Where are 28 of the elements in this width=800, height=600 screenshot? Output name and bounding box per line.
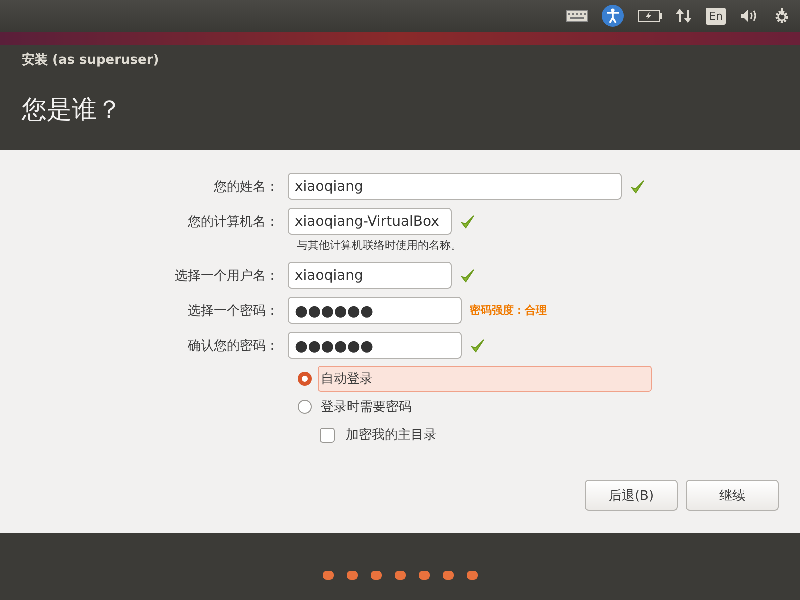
radio-button[interactable] [298, 372, 312, 386]
gear-icon[interactable] [774, 8, 790, 24]
accessibility-icon[interactable] [602, 5, 624, 27]
text-field[interactable]: xiaoqiang-VirtualBox [288, 208, 452, 235]
back-button[interactable]: 后退(B) [585, 480, 678, 511]
checkbox[interactable] [320, 428, 335, 442]
network-arrows-icon[interactable] [676, 8, 692, 24]
radio-label[interactable]: 登录时需要密码 [318, 394, 415, 420]
radio-label[interactable]: 自动登录 [318, 366, 652, 392]
password-strength: 密码强度：合理 [470, 303, 547, 318]
password-field[interactable]: ●●●●●● [288, 297, 462, 324]
password-field[interactable]: ●●●●●● [288, 332, 462, 359]
field-label: 确认您的密码： [187, 338, 280, 354]
field-label: 选择一个密码： [187, 302, 280, 320]
keyboard-icon[interactable] [566, 10, 588, 22]
field-label: 选择一个用户名： [174, 268, 280, 284]
text-field[interactable]: xiaoqiang [288, 173, 622, 200]
text-field[interactable]: xiaoqiang [288, 262, 452, 289]
field-label: 您的计算机名： [187, 214, 280, 230]
continue-button[interactable]: 继续 [686, 480, 779, 511]
page-heading: 您是谁？ [22, 94, 123, 126]
field-hint: 与其他计算机联络时使用的名称。 [297, 238, 462, 253]
field-label: 您的姓名： [213, 178, 280, 196]
battery-icon[interactable] [638, 10, 662, 22]
language-indicator[interactable]: En [706, 8, 726, 24]
window-title: 安装 (as superuser) [22, 52, 160, 69]
radio-button[interactable] [298, 400, 312, 414]
checkbox-label[interactable]: 加密我的主目录 [343, 422, 440, 448]
